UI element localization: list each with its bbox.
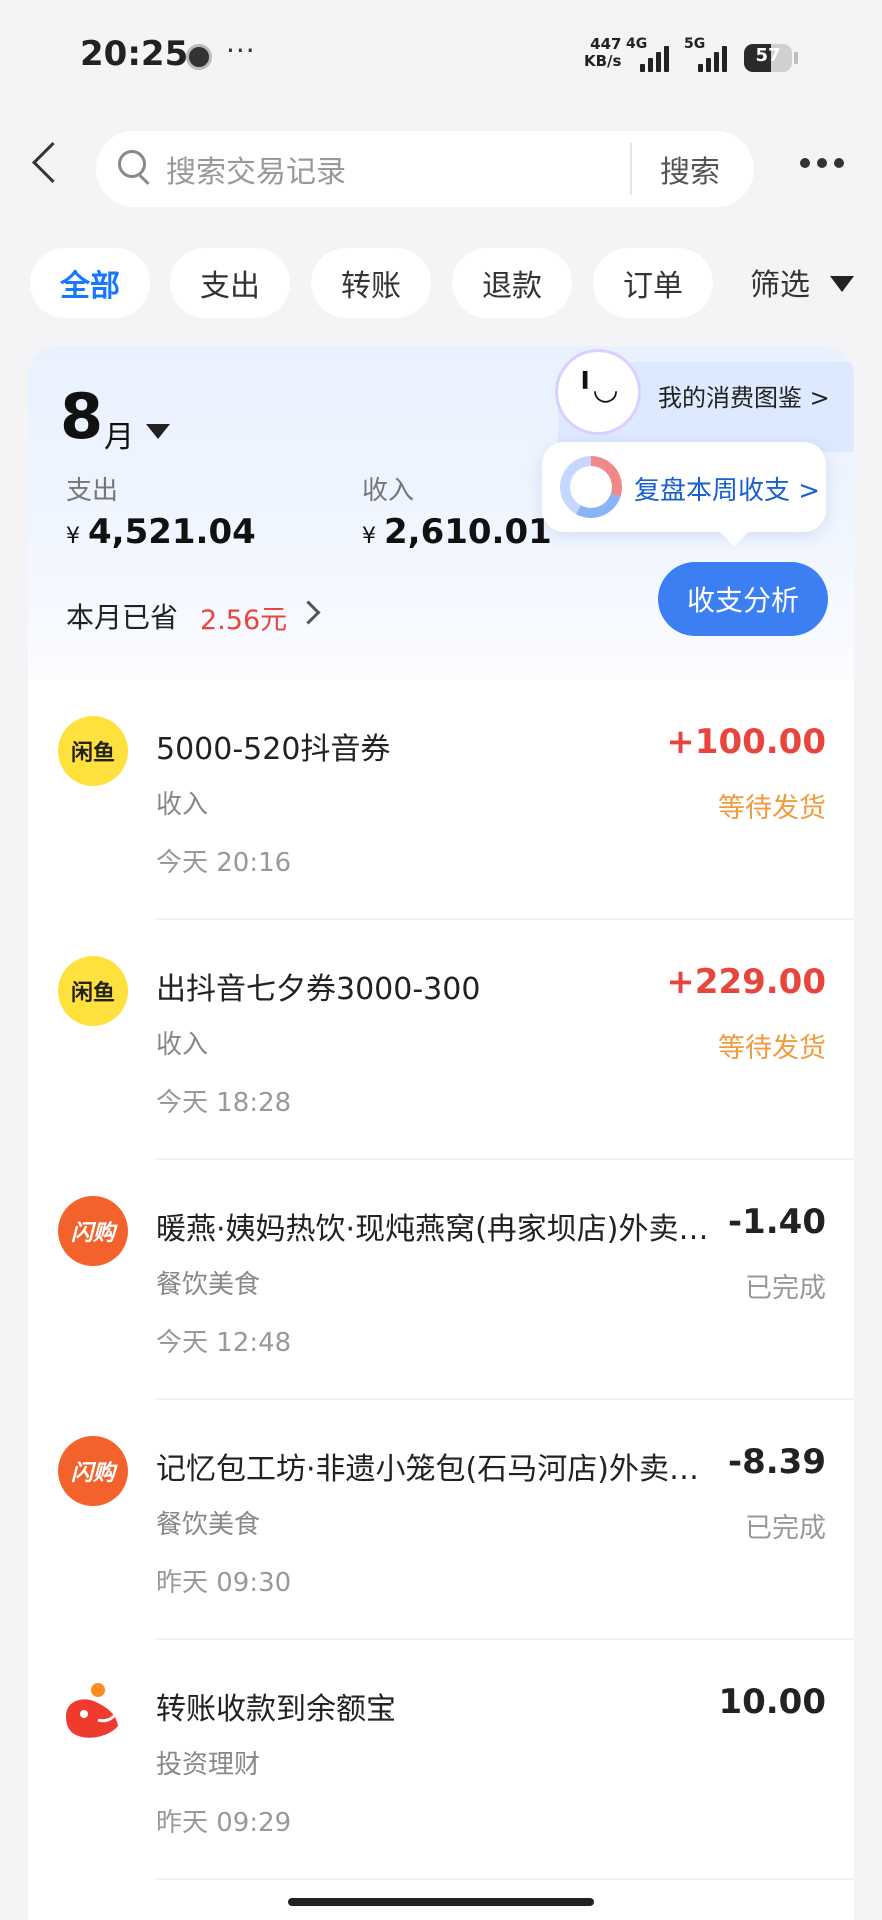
- tab-all[interactable]: 全部: [30, 248, 150, 318]
- month-dropdown-icon[interactable]: [146, 424, 170, 439]
- tab-refund[interactable]: 退款: [452, 248, 572, 318]
- transaction-title[interactable]: 出抖音七夕券3000-300: [156, 964, 716, 1008]
- currency-symbol: ¥: [362, 524, 376, 549]
- transaction-status: 已完成: [745, 1513, 826, 1544]
- network-speed-unit: KB/s: [584, 52, 622, 70]
- transaction-title[interactable]: 暖燕·姨妈热饮·现炖燕窝(冉家坝店)外卖订单: [156, 1204, 712, 1248]
- transaction-amount: -8.39: [728, 1442, 826, 1482]
- back-button[interactable]: [26, 140, 66, 188]
- row-divider: [156, 1398, 854, 1400]
- currency-symbol: ¥: [66, 524, 80, 549]
- search-icon: [118, 150, 146, 178]
- battery-tip: [794, 52, 798, 64]
- filter-dropdown-icon[interactable]: [830, 276, 854, 292]
- month-selector-number[interactable]: 8: [60, 382, 103, 452]
- search-button[interactable]: 搜索: [660, 147, 720, 191]
- transaction-category: 餐饮美食: [156, 1510, 261, 1540]
- network-speed-value: 447: [590, 35, 622, 53]
- signal-4g-icon: [640, 38, 669, 72]
- transaction-time: 今天 12:48: [156, 1328, 292, 1358]
- transaction-category: 餐饮美食: [156, 1270, 261, 1300]
- row-divider: [156, 1158, 854, 1160]
- network-speed: 447 KB/s: [584, 36, 621, 70]
- analysis-button[interactable]: 收支分析: [658, 562, 828, 636]
- expense-value-row: ¥4,521.04: [66, 512, 256, 552]
- transaction-title[interactable]: 转账收款到余额宝: [156, 1684, 716, 1728]
- signal-5g-icon: [698, 38, 727, 72]
- transaction-category: 收入: [156, 1030, 209, 1060]
- income-value-row: ¥2,610.01: [362, 512, 552, 552]
- tab-expense[interactable]: 支出: [170, 248, 290, 318]
- transaction-title[interactable]: 记忆包工坊·非遗小笼包(石马河店)外卖订单: [156, 1444, 704, 1488]
- expense-label: 支出: [66, 476, 119, 506]
- home-indicator[interactable]: [288, 1898, 594, 1906]
- battery-icon: 57: [744, 44, 792, 72]
- mascot-face-icon: ╹◡: [576, 372, 618, 407]
- tab-orders[interactable]: 订单: [593, 248, 713, 318]
- transaction-amount: -1.40: [728, 1202, 826, 1242]
- xianyu-logo-icon: 闲鱼: [58, 716, 128, 786]
- transaction-time: 今天 18:28: [156, 1088, 292, 1118]
- donut-chart-icon: [560, 456, 622, 518]
- transaction-status: 等待发货: [718, 793, 826, 824]
- shangou-logo-icon: 闪购: [58, 1196, 128, 1266]
- row-divider: [156, 1638, 854, 1640]
- row-divider: [156, 918, 854, 920]
- saved-label[interactable]: 本月已省: [66, 596, 178, 636]
- tab-transfer[interactable]: 转账: [311, 248, 431, 318]
- search-input[interactable]: 搜索交易记录: [166, 147, 346, 191]
- transaction-category: 收入: [156, 790, 209, 820]
- yuebao-logo-icon: [58, 1676, 128, 1746]
- transaction-category: 投资理财: [156, 1750, 261, 1780]
- alarm-clock-icon: [186, 44, 212, 70]
- expense-value: 4,521.04: [88, 512, 256, 552]
- weekly-review-link[interactable]: 复盘本周收支 >: [634, 470, 820, 507]
- shangou-logo-icon: 闪购: [58, 1436, 128, 1506]
- transaction-status: 等待发货: [718, 1033, 826, 1064]
- notification-more-icon: ···: [226, 34, 256, 67]
- more-options-button[interactable]: [800, 158, 844, 168]
- income-value: 2,610.01: [384, 512, 552, 552]
- battery-level: 57: [755, 45, 781, 66]
- transaction-time: 昨天 09:29: [156, 1808, 292, 1838]
- filter-button[interactable]: 筛选: [750, 260, 810, 304]
- transaction-time: 昨天 09:30: [156, 1568, 292, 1598]
- transaction-amount: +229.00: [666, 962, 826, 1002]
- transaction-title[interactable]: 5000-520抖音券: [156, 724, 716, 768]
- status-time: 20:25: [80, 34, 189, 74]
- saved-amount[interactable]: 2.56元: [200, 598, 287, 637]
- month-selector-unit[interactable]: 月: [104, 412, 134, 456]
- income-label: 收入: [362, 476, 415, 506]
- search-divider: [630, 143, 632, 195]
- transaction-status: 已完成: [745, 1273, 826, 1304]
- transaction-amount: +100.00: [666, 722, 826, 762]
- transaction-time: 今天 20:16: [156, 848, 292, 878]
- transaction-amount: 10.00: [718, 1682, 826, 1722]
- spending-insight-link[interactable]: 我的消费图鉴 >: [658, 378, 830, 413]
- row-divider: [156, 1878, 854, 1880]
- xianyu-logo-icon: 闲鱼: [58, 956, 128, 1026]
